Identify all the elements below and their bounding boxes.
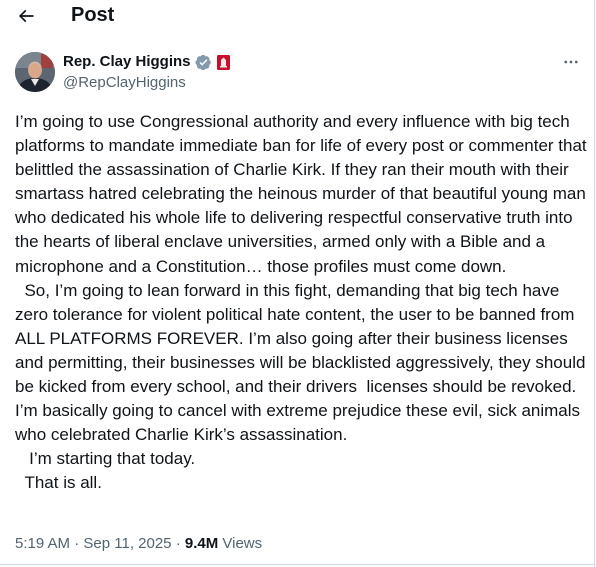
verified-badge-icon[interactable]	[194, 54, 212, 71]
post-text: I’m going to use Congressional authority…	[15, 112, 587, 493]
more-options-icon	[564, 60, 578, 64]
us-government-affiliation-icon[interactable]	[216, 54, 230, 70]
author-display-name[interactable]: Rep. Clay Higgins	[63, 52, 191, 72]
post-time[interactable]: 5:19 AM	[15, 535, 70, 552]
arrow-left-icon	[18, 9, 34, 23]
post-meta: 5:19 AM · Sep 11, 2025 · 9.4M Views	[15, 534, 262, 554]
author-name-row: Rep. Clay Higgins	[63, 52, 230, 72]
views-label: Views	[218, 535, 263, 552]
back-button[interactable]	[12, 2, 40, 30]
avatar[interactable]	[15, 52, 55, 92]
avatar-image	[15, 52, 55, 92]
post-header: Post	[0, 0, 595, 32]
meta-separator-2: ·	[171, 535, 185, 552]
post-date[interactable]: Sep 11, 2025	[83, 535, 171, 552]
author-handle[interactable]: @RepClayHiggins	[63, 73, 186, 93]
views-count[interactable]: 9.4M	[185, 535, 218, 552]
page-title: Post	[71, 4, 115, 26]
divider	[0, 564, 595, 565]
more-options-button[interactable]	[558, 52, 584, 72]
meta-separator: ·	[70, 535, 84, 552]
post-detail-panel: Post Rep. Clay Higgins @RepClayHiggins I…	[0, 0, 595, 567]
